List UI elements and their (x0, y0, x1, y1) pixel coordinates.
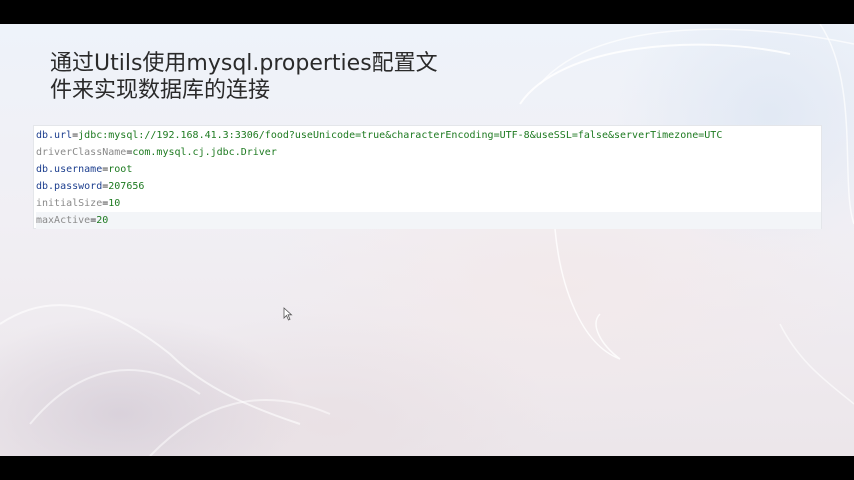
property-key: driverClassName (36, 147, 127, 158)
property-value: 207656 (108, 181, 145, 192)
property-line-initial-size: initialSize=10 (36, 195, 120, 212)
mouse-pointer-icon (283, 307, 293, 321)
slide-title-line-2: 件来实现数据库的连接 (50, 78, 271, 103)
property-value: jdbc:mysql://192.168.41.3:3306/food?useU… (78, 130, 723, 141)
property-key: db.password (36, 181, 103, 192)
property-line-db-username: db.username=root (36, 161, 132, 178)
property-key: db.url (36, 130, 73, 141)
letterbox-bottom (0, 456, 854, 480)
property-line-db-url: db.url=jdbc:mysql://192.168.41.3:3306/fo… (36, 127, 722, 144)
presentation-slide: 通过Utils使用mysql.properties配置文 件来实现数据库的连接 … (0, 24, 854, 456)
property-key: initialSize (36, 198, 103, 209)
property-key: maxActive (36, 215, 91, 226)
property-key: db.username (36, 164, 103, 175)
letterbox-top (0, 0, 854, 24)
property-line-driver-class-name: driverClassName=com.mysql.cj.jdbc.Driver (36, 144, 277, 161)
property-line-db-password: db.password=207656 (36, 178, 144, 195)
property-value: root (108, 164, 133, 175)
property-value: com.mysql.cj.jdbc.Driver (132, 147, 277, 158)
properties-code-panel: db.url=jdbc:mysql://192.168.41.3:3306/fo… (33, 125, 822, 229)
slide-title: 通过Utils使用mysql.properties配置文 件来实现数据库的连接 (50, 50, 450, 104)
property-line-max-active: maxActive=20 (36, 212, 821, 229)
property-value: 20 (96, 215, 109, 226)
property-value: 10 (108, 198, 121, 209)
slide-title-line-1: 通过Utils使用mysql.properties配置文 (50, 51, 438, 76)
